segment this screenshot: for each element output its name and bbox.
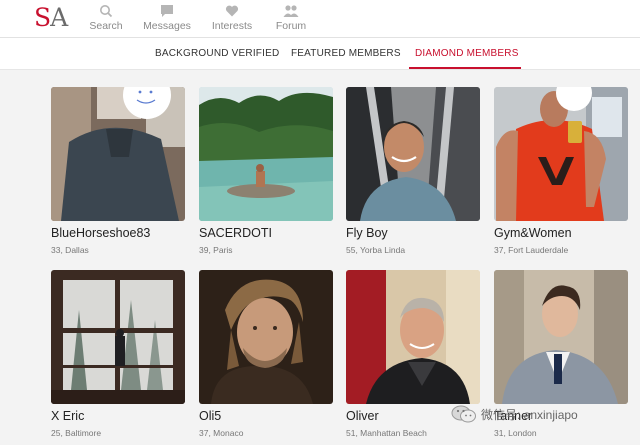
member-age-location: 37, Fort Lauderdale xyxy=(494,245,569,255)
nav-search-label: Search xyxy=(89,20,123,32)
member-age-location: 31, London xyxy=(494,428,537,438)
member-photo[interactable] xyxy=(199,87,333,221)
member-name[interactable]: BlueHorseshoe83 xyxy=(51,226,150,240)
member-age-location: 39, Paris xyxy=(199,245,233,255)
nav-forum[interactable]: Forum xyxy=(263,4,319,32)
site-logo[interactable]: SA xyxy=(34,4,68,32)
member-name[interactable]: Gym&Women xyxy=(494,226,572,240)
member-name[interactable]: X Eric xyxy=(51,409,84,423)
tab-featured-members[interactable]: FEATURED MEMBERS xyxy=(291,48,401,59)
forum-icon xyxy=(263,4,319,19)
member-photo[interactable] xyxy=(346,87,480,221)
member-name[interactable]: Fly Boy xyxy=(346,226,388,240)
member-age-location: 55, Yorba Linda xyxy=(346,245,406,255)
member-photo[interactable] xyxy=(346,270,480,404)
wechat-icon xyxy=(451,404,477,429)
active-tab-indicator xyxy=(409,67,521,69)
member-name[interactable]: Oliver xyxy=(346,409,379,423)
nav-interests[interactable]: Interests xyxy=(204,4,260,32)
member-age-location: 33, Dallas xyxy=(51,245,89,255)
search-icon xyxy=(78,4,134,19)
member-name[interactable]: Oli5 xyxy=(199,409,221,423)
member-age-location: 25, Baltimore xyxy=(51,428,102,438)
member-photo[interactable] xyxy=(494,270,628,404)
tab-diamond-members[interactable]: DIAMOND MEMBERS xyxy=(415,48,519,59)
nav-search[interactable]: Search xyxy=(78,4,134,32)
tab-background-verified[interactable]: BACKGROUND VERIFIED xyxy=(155,48,279,59)
heart-icon xyxy=(204,4,260,19)
top-navigation-bar: SA Search Messages Interests Forum xyxy=(0,0,640,38)
nav-messages[interactable]: Messages xyxy=(139,4,195,32)
member-name[interactable]: SACERDOTI xyxy=(199,226,272,240)
member-age-location: 51, Manhattan Beach xyxy=(346,428,427,438)
member-age-location: 37, Monaco xyxy=(199,428,244,438)
nav-interests-label: Interests xyxy=(211,20,253,32)
member-category-tabs: BACKGROUND VERIFIED FEATURED MEMBERS DIA… xyxy=(0,38,640,70)
nav-messages-label: Messages xyxy=(143,20,191,32)
watermark-text: 微信号: anxinjiapo xyxy=(481,408,578,422)
nav-forum-label: Forum xyxy=(275,20,307,32)
member-photo[interactable] xyxy=(494,87,628,221)
member-photo[interactable] xyxy=(51,270,185,404)
message-icon xyxy=(139,4,195,19)
member-photo[interactable] xyxy=(51,87,185,221)
wechat-watermark: 微信号: anxinjiapo xyxy=(447,404,637,424)
member-photo[interactable] xyxy=(199,270,333,404)
